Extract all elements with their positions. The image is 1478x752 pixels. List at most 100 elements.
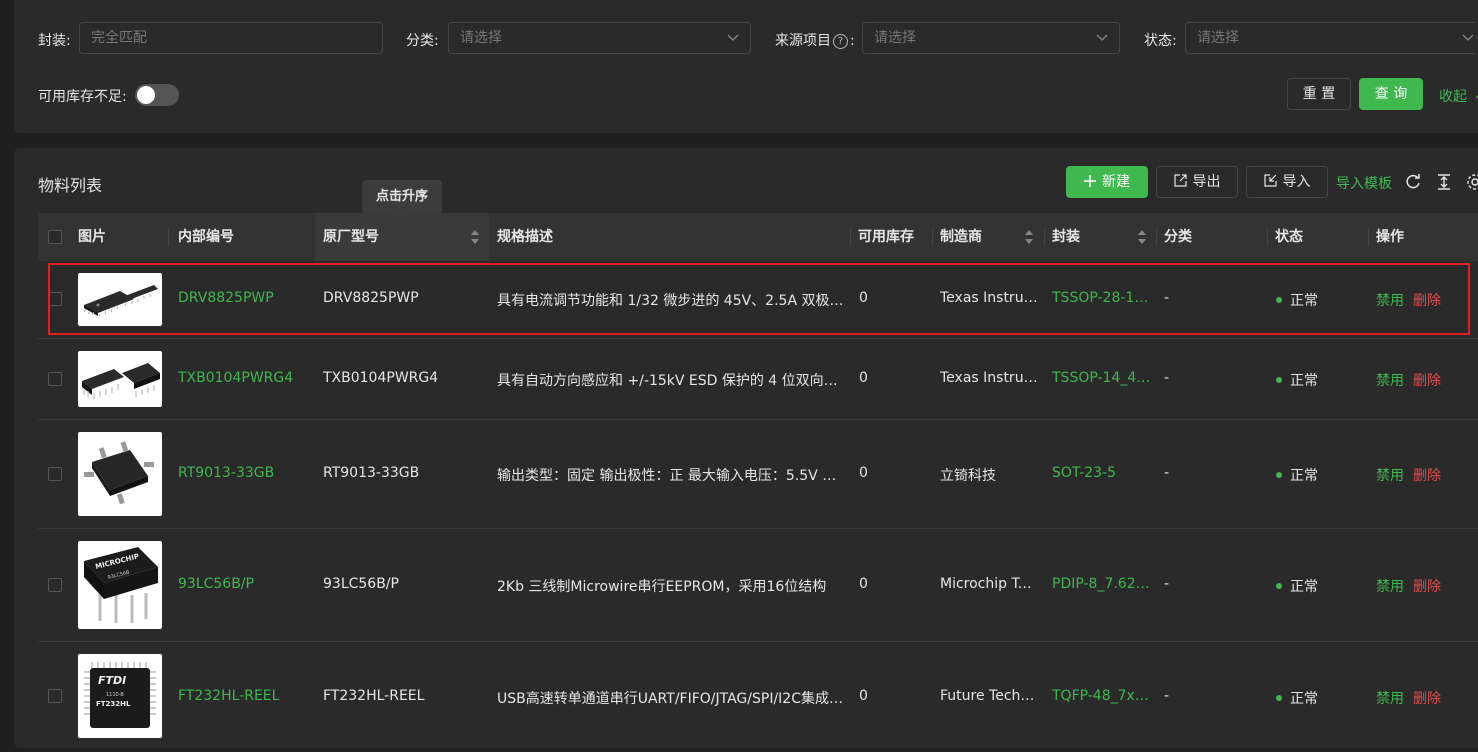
column-header-status: 状态 (1275, 229, 1303, 245)
category-cell: - (1164, 688, 1170, 704)
internal-code-link[interactable]: 93LC56B/P (178, 576, 308, 592)
table-row[interactable]: MICROCHIP 93LC56B 93LC56B/P 93LC56B/P 2K… (38, 529, 1478, 642)
row-checkbox[interactable] (48, 292, 62, 306)
gear-icon[interactable] (1466, 173, 1478, 191)
internal-code-link[interactable]: RT9013-33GB (178, 465, 308, 481)
source-filter-placeholder: 请选择 (874, 30, 916, 46)
package-link[interactable]: PDIP-8_7.62x… (1052, 576, 1152, 592)
table-row[interactable]: DRV8825PWP DRV8825PWP 具有电流调节功能和 1/32 微步进… (38, 261, 1478, 339)
manufacturer-cell: Microchip Tec… (940, 576, 1040, 592)
manufacturer-cell: 立锜科技 (940, 468, 996, 484)
import-template-link[interactable]: 导入模板 (1336, 173, 1392, 193)
row-checkbox[interactable] (48, 689, 62, 703)
manufacturer-cell: Texas Instrum… (940, 290, 1040, 306)
chevron-down-icon (727, 34, 739, 41)
row-checkbox[interactable] (48, 578, 62, 592)
export-button[interactable]: 导出 (1156, 166, 1238, 198)
chevron-down-icon (1462, 34, 1474, 41)
column-header-mfr-part[interactable]: 原厂型号 (323, 213, 379, 261)
sort-icon[interactable] (1138, 230, 1146, 244)
chip-tqfp-icon: FTDI 1110-B FT232HL (78, 654, 162, 738)
delete-link[interactable]: 删除 (1413, 688, 1441, 708)
import-icon (1263, 174, 1277, 187)
column-header-internal-code: 内部编号 (178, 229, 234, 245)
spec-cell: 2Kb 三线制Microwire串行EEPROM，采用16位结构 (497, 579, 827, 595)
column-header-image: 图片 (78, 229, 106, 245)
column-height-icon[interactable] (1435, 173, 1453, 191)
package-link[interactable]: SOT-23-5 (1052, 465, 1152, 481)
stock-cell: 0 (859, 290, 868, 306)
mfr-part-cell: RT9013-33GB (323, 465, 420, 481)
reset-button[interactable]: 重 置 (1287, 78, 1351, 110)
status-badge: 正常 (1276, 688, 1356, 708)
source-filter-colon: : (850, 33, 855, 49)
status-dot-icon (1276, 297, 1282, 303)
internal-code-link[interactable]: TXB0104PWRG4 (178, 370, 308, 386)
status-filter-label: 状态: (1144, 33, 1177, 49)
package-filter-input[interactable]: 完全匹配 (79, 22, 383, 54)
stock-cell: 0 (859, 465, 868, 481)
sort-icon[interactable] (471, 230, 479, 244)
column-header-stock: 可用库存 (858, 229, 914, 245)
list-title: 物料列表 (38, 176, 103, 195)
import-button[interactable]: 导入 (1246, 166, 1328, 198)
status-text: 正常 (1290, 373, 1318, 389)
disable-link[interactable]: 禁用 (1376, 465, 1404, 485)
disable-link[interactable]: 禁用 (1376, 576, 1404, 596)
category-filter-label: 分类: (406, 33, 439, 49)
status-dot-icon (1276, 695, 1282, 701)
help-icon[interactable]: ? (833, 34, 848, 49)
table-row[interactable]: RT9013-33GB RT9013-33GB 输出类型：固定 输出极性：正 最… (38, 420, 1478, 529)
category-cell: - (1164, 576, 1170, 592)
category-cell: - (1164, 370, 1170, 386)
disable-link[interactable]: 禁用 (1376, 290, 1404, 310)
status-text: 正常 (1290, 691, 1318, 707)
column-divider (850, 228, 851, 246)
status-filter-select[interactable]: 请选择 (1185, 22, 1475, 54)
row-checkbox[interactable] (48, 467, 62, 481)
delete-link[interactable]: 删除 (1413, 465, 1441, 485)
category-filter-select[interactable]: 请选择 (448, 22, 751, 54)
category-cell: - (1164, 290, 1170, 306)
manufacturer-cell: Future Techn… (940, 688, 1040, 704)
disable-link[interactable]: 禁用 (1376, 688, 1404, 708)
refresh-icon[interactable] (1404, 173, 1422, 191)
spec-cell: USB高速转单通道串行UART/FIFO/JTAG/SPI/I2C集成电… (497, 691, 845, 707)
package-link[interactable]: TSSOP-28-1E… (1052, 290, 1152, 306)
import-button-label: 导入 (1282, 174, 1311, 190)
collapse-link-label: 收起 (1439, 89, 1467, 105)
status-badge: 正常 (1276, 290, 1356, 310)
column-header-manufacturer[interactable]: 制造商 (940, 213, 982, 261)
table-row[interactable]: TXB0104PWRG4 TXB0104PWRG4 具有自动方向感应和 +/-1… (38, 339, 1478, 420)
new-button[interactable]: 新建 (1066, 166, 1148, 198)
internal-code-link[interactable]: DRV8825PWP (178, 290, 308, 306)
package-link[interactable]: TQFP-48_7x7… (1052, 688, 1152, 704)
export-button-label: 导出 (1192, 174, 1221, 190)
table-row[interactable]: FTDI 1110-B FT232HL FT232HL-REEL FT232HL… (38, 642, 1478, 752)
collapse-link[interactable]: 收起 (1439, 86, 1478, 106)
chip-tssop-14-icon (78, 351, 162, 407)
source-filter-select[interactable]: 请选择 (862, 22, 1120, 54)
status-dot-icon (1276, 472, 1282, 478)
source-filter-label-text: 来源项目 (775, 33, 831, 49)
status-filter-placeholder: 请选择 (1197, 30, 1239, 46)
delete-link[interactable]: 删除 (1413, 290, 1441, 310)
column-header-package[interactable]: 封装 (1052, 213, 1080, 261)
delete-link[interactable]: 删除 (1413, 576, 1441, 596)
column-divider (1267, 228, 1268, 246)
select-all-checkbox[interactable] (48, 230, 62, 244)
low-stock-toggle[interactable] (135, 84, 179, 106)
query-button[interactable]: 查 询 (1359, 78, 1423, 110)
package-link[interactable]: TSSOP-14_4.4… (1052, 370, 1152, 386)
export-icon (1173, 174, 1187, 187)
delete-link[interactable]: 删除 (1413, 370, 1441, 390)
row-checkbox[interactable] (48, 372, 62, 386)
mfr-part-cell: TXB0104PWRG4 (323, 370, 439, 386)
column-header-actions: 操作 (1376, 229, 1404, 245)
stock-cell: 0 (859, 370, 868, 386)
sort-icon[interactable] (1025, 230, 1033, 244)
stock-cell: 0 (859, 576, 868, 592)
package-filter-label: 封装: (38, 33, 71, 49)
internal-code-link[interactable]: FT232HL-REEL (178, 688, 308, 704)
disable-link[interactable]: 禁用 (1376, 370, 1404, 390)
